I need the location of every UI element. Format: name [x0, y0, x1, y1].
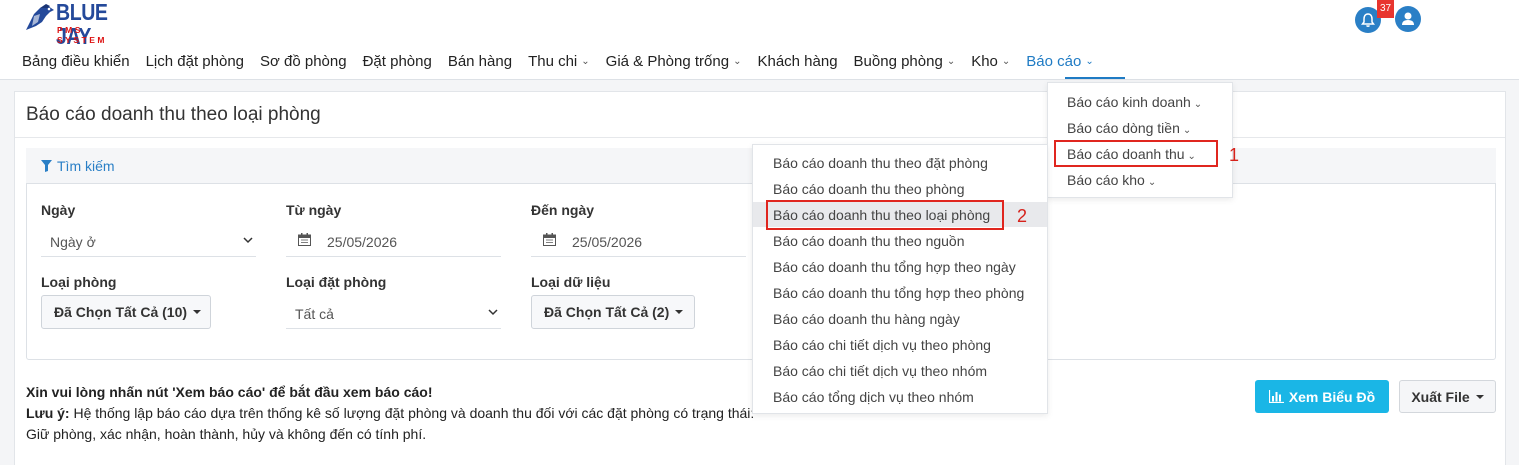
field-underline	[41, 256, 256, 257]
view-chart-button[interactable]: Xem Biểu Đồ	[1255, 380, 1389, 413]
from-date-label: Từ ngày	[286, 202, 342, 218]
notice-line1: Xin vui lòng nhấn nút 'Xem báo cáo' để b…	[26, 384, 433, 400]
filter-icon	[41, 160, 52, 172]
caret-down-icon	[193, 310, 202, 314]
nav-sales[interactable]: Bán hàng	[448, 50, 512, 72]
active-nav-indicator	[1065, 77, 1125, 79]
divider	[15, 137, 1505, 138]
nav-booking-calendar[interactable]: Lịch đặt phòng	[146, 50, 244, 72]
main-nav: Bảng điều khiển Lịch đặt phòng Sơ đồ phò…	[22, 50, 1110, 72]
view-chart-label: Xem Biểu Đồ	[1288, 388, 1376, 405]
chevron-down-icon: ⌄	[1193, 99, 1203, 110]
export-file-button[interactable]: Xuất File	[1399, 380, 1496, 413]
calendar-icon	[298, 233, 311, 246]
room-type-multiselect[interactable]: Đã Chọn Tất Cả (10)	[41, 295, 211, 329]
nav-booking[interactable]: Đặt phòng	[363, 50, 432, 72]
page-title: Báo cáo doanh thu theo loại phòng	[26, 104, 321, 125]
chevron-down-icon	[488, 309, 498, 316]
to-date-input[interactable]: 25/05/2026	[572, 234, 642, 250]
chevron-down-icon: ⌄	[946, 55, 956, 67]
annotation-box-2	[766, 200, 1004, 230]
booking-type-label: Loại đặt phòng	[286, 274, 387, 290]
submenu-daily-revenue[interactable]: Báo cáo doanh thu hàng ngày	[773, 311, 960, 327]
nav-label: Sơ đồ phòng	[260, 52, 347, 70]
notice-note-label: Lưu ý:	[26, 405, 70, 421]
date-type-label: Ngày	[41, 202, 76, 218]
nav-label: Lịch đặt phòng	[145, 52, 245, 70]
nav-label: Thu chi	[528, 52, 578, 70]
nav-label: Kho	[971, 52, 998, 70]
bluejay-logo-icon	[26, 4, 54, 30]
chevron-down-icon: ⌄	[1001, 55, 1011, 67]
nav-income-expense[interactable]: Thu chi ⌄	[528, 50, 590, 72]
nav-customers[interactable]: Khách hàng	[757, 50, 837, 72]
nav-label: Báo cáo	[1026, 52, 1082, 70]
user-icon	[1402, 12, 1414, 25]
nav-label: Buồng phòng	[853, 52, 943, 70]
menu-item-label: Báo cáo kho	[1067, 172, 1145, 188]
chevron-down-icon	[243, 237, 253, 244]
menu-item-label: Báo cáo dòng tiền	[1067, 120, 1180, 136]
field-underline	[286, 328, 501, 329]
data-type-value: Đã Chọn Tất Cả (2)	[544, 304, 670, 320]
user-avatar-button[interactable]	[1395, 6, 1421, 32]
chevron-down-icon: ⌄	[733, 55, 742, 67]
export-file-label: Xuất File	[1411, 388, 1470, 405]
chevron-down-icon: ⌄	[1085, 55, 1094, 67]
calendar-icon	[543, 233, 556, 246]
submenu-service-detail-by-room[interactable]: Báo cáo chi tiết dịch vụ theo phòng	[773, 337, 991, 353]
menu-warehouse-report[interactable]: Báo cáo kho ⌄	[1067, 172, 1156, 188]
menu-cashflow-report[interactable]: Báo cáo dòng tiền ⌄	[1067, 120, 1191, 136]
chevron-down-icon: ⌄	[581, 55, 590, 67]
annotation-box-1	[1054, 140, 1218, 167]
bar-chart-icon	[1268, 390, 1284, 403]
to-date-label: Đến ngày	[531, 202, 595, 218]
submenu-service-total-by-group[interactable]: Báo cáo tổng dịch vụ theo nhóm	[773, 389, 974, 405]
notification-badge: 37	[1377, 0, 1394, 18]
chevron-down-icon: ⌄	[1147, 177, 1157, 188]
booking-type-select[interactable]: Tất cả	[295, 306, 334, 322]
data-type-label: Loại dữ liệu	[531, 274, 611, 290]
room-type-value: Đã Chọn Tất Cả (10)	[54, 304, 188, 320]
caret-down-icon	[675, 310, 684, 314]
data-type-multiselect[interactable]: Đã Chọn Tất Cả (2)	[531, 295, 695, 329]
nav-label: Giá & Phòng trống	[605, 52, 730, 70]
menu-item-label: Báo cáo kinh doanh	[1067, 94, 1191, 110]
submenu-revenue-summary-by-day[interactable]: Báo cáo doanh thu tổng hợp theo ngày	[773, 259, 1016, 275]
room-type-label: Loại phòng	[41, 274, 117, 290]
chevron-down-icon: ⌄	[1182, 125, 1192, 136]
search-title[interactable]: Tìm kiếm	[41, 158, 115, 174]
submenu-revenue-summary-by-room[interactable]: Báo cáo doanh thu tổng hợp theo phòng	[773, 285, 1024, 301]
nav-room-map[interactable]: Sơ đồ phòng	[260, 50, 347, 72]
submenu-revenue-by-room[interactable]: Báo cáo doanh thu theo phòng	[773, 181, 965, 197]
search-title-label: Tìm kiếm	[57, 158, 115, 174]
nav-label: Khách hàng	[757, 52, 838, 70]
caret-down-icon	[1475, 394, 1484, 399]
submenu-revenue-by-booking[interactable]: Báo cáo doanh thu theo đặt phòng	[773, 155, 988, 171]
nav-label: Đặt phòng	[362, 52, 432, 70]
date-type-select[interactable]: Ngày ở	[50, 234, 96, 250]
submenu-service-detail-by-group[interactable]: Báo cáo chi tiết dịch vụ theo nhóm	[773, 363, 987, 379]
notice-line2: Hệ thống lập báo cáo dựa trên thống kê s…	[69, 405, 755, 421]
field-underline	[531, 256, 746, 257]
nav-dashboard[interactable]: Bảng điều khiển	[22, 50, 130, 72]
nav-label: Bán hàng	[447, 52, 513, 70]
menu-business-report[interactable]: Báo cáo kinh doanh ⌄	[1067, 94, 1202, 110]
nav-label: Bảng điều khiển	[22, 52, 130, 70]
nav-reports[interactable]: Báo cáo ⌄	[1026, 50, 1093, 72]
submenu-revenue-by-source[interactable]: Báo cáo doanh thu theo nguồn	[773, 233, 965, 249]
annotation-number-1: 1	[1229, 145, 1240, 165]
from-date-input[interactable]: 25/05/2026	[327, 234, 397, 250]
nav-housekeeping[interactable]: Buồng phòng ⌄	[854, 50, 956, 72]
notice-line3: Giữ phòng, xác nhận, hoàn thành, hủy và …	[26, 426, 427, 442]
logo[interactable]: BLUE JAY PMS SYSTEM	[24, 0, 134, 48]
notice: Xin vui lòng nhấn nút 'Xem báo cáo' để b…	[26, 382, 754, 445]
nav-warehouse[interactable]: Kho ⌄	[971, 50, 1010, 72]
brand-tagline: PMS SYSTEM	[57, 25, 107, 45]
annotation-number-2: 2	[1017, 206, 1028, 226]
field-underline	[286, 256, 501, 257]
nav-rates-availability[interactable]: Giá & Phòng trống ⌄	[606, 50, 742, 72]
